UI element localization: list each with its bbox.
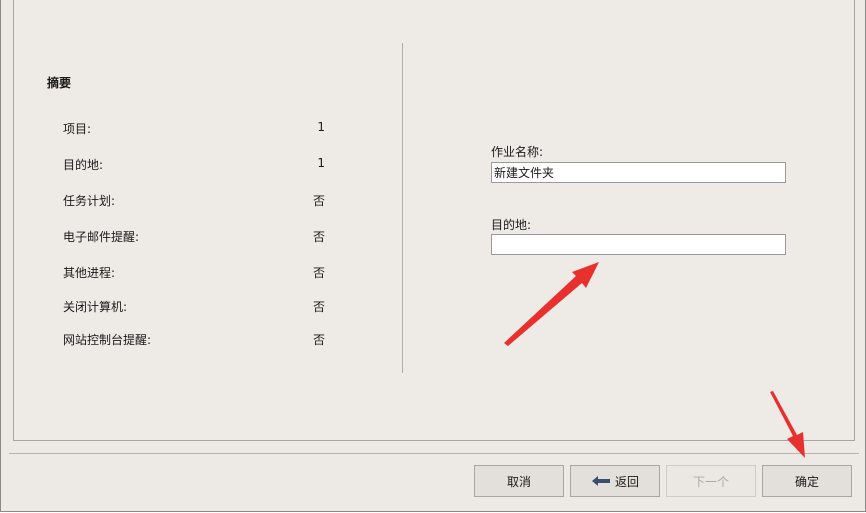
summary-label: 电子邮件提醒: xyxy=(63,230,140,244)
summary-value: 否 xyxy=(312,266,325,280)
footer-divider xyxy=(9,453,859,454)
summary-row-items: 项目: 1 xyxy=(63,120,325,138)
job-name-input[interactable] xyxy=(491,162,786,183)
ok-button-label: 确定 xyxy=(794,474,819,489)
next-button[interactable]: 下一个 xyxy=(666,465,756,497)
wizard-window: 摘要 项目: 1 目的地: 1 任务计划: 否 电子邮件提醒: 否 其他进程: … xyxy=(0,0,866,512)
back-button-label: 返回 xyxy=(614,474,639,489)
summary-value: 1 xyxy=(317,156,325,170)
summary-label: 项目: xyxy=(63,122,92,136)
arrow-left-icon xyxy=(591,476,610,486)
destination-input[interactable] xyxy=(491,234,786,255)
cancel-button[interactable]: 取消 xyxy=(474,465,564,497)
next-button-label: 下一个 xyxy=(692,474,729,489)
summary-label: 任务计划: xyxy=(63,194,116,208)
vertical-divider xyxy=(402,43,403,373)
summary-row-console-alert: 网站控制台提醒: 否 xyxy=(63,331,325,349)
summary-row-schedule: 任务计划: 否 xyxy=(63,192,325,210)
job-name-label: 作业名称: xyxy=(491,145,544,159)
cancel-button-label: 取消 xyxy=(506,474,531,489)
destination-label: 目的地: xyxy=(491,218,532,232)
summary-label: 其他进程: xyxy=(63,266,116,280)
summary-title: 摘要 xyxy=(47,76,72,90)
summary-row-shutdown: 关闭计算机: 否 xyxy=(63,298,325,316)
summary-label: 关闭计算机: xyxy=(63,300,128,314)
content-panel xyxy=(13,0,855,441)
summary-label: 目的地: xyxy=(63,158,104,172)
summary-value: 否 xyxy=(312,300,325,314)
summary-value: 否 xyxy=(312,194,325,208)
summary-row-other-process: 其他进程: 否 xyxy=(63,264,325,282)
summary-value: 否 xyxy=(312,333,325,347)
summary-value: 否 xyxy=(312,230,325,244)
summary-row-destination: 目的地: 1 xyxy=(63,156,325,174)
summary-label: 网站控制台提醒: xyxy=(63,333,152,347)
summary-value: 1 xyxy=(317,120,325,134)
summary-row-email-alert: 电子邮件提醒: 否 xyxy=(63,228,325,246)
ok-button[interactable]: 确定 xyxy=(762,465,852,497)
back-button[interactable]: 返回 xyxy=(570,465,660,497)
